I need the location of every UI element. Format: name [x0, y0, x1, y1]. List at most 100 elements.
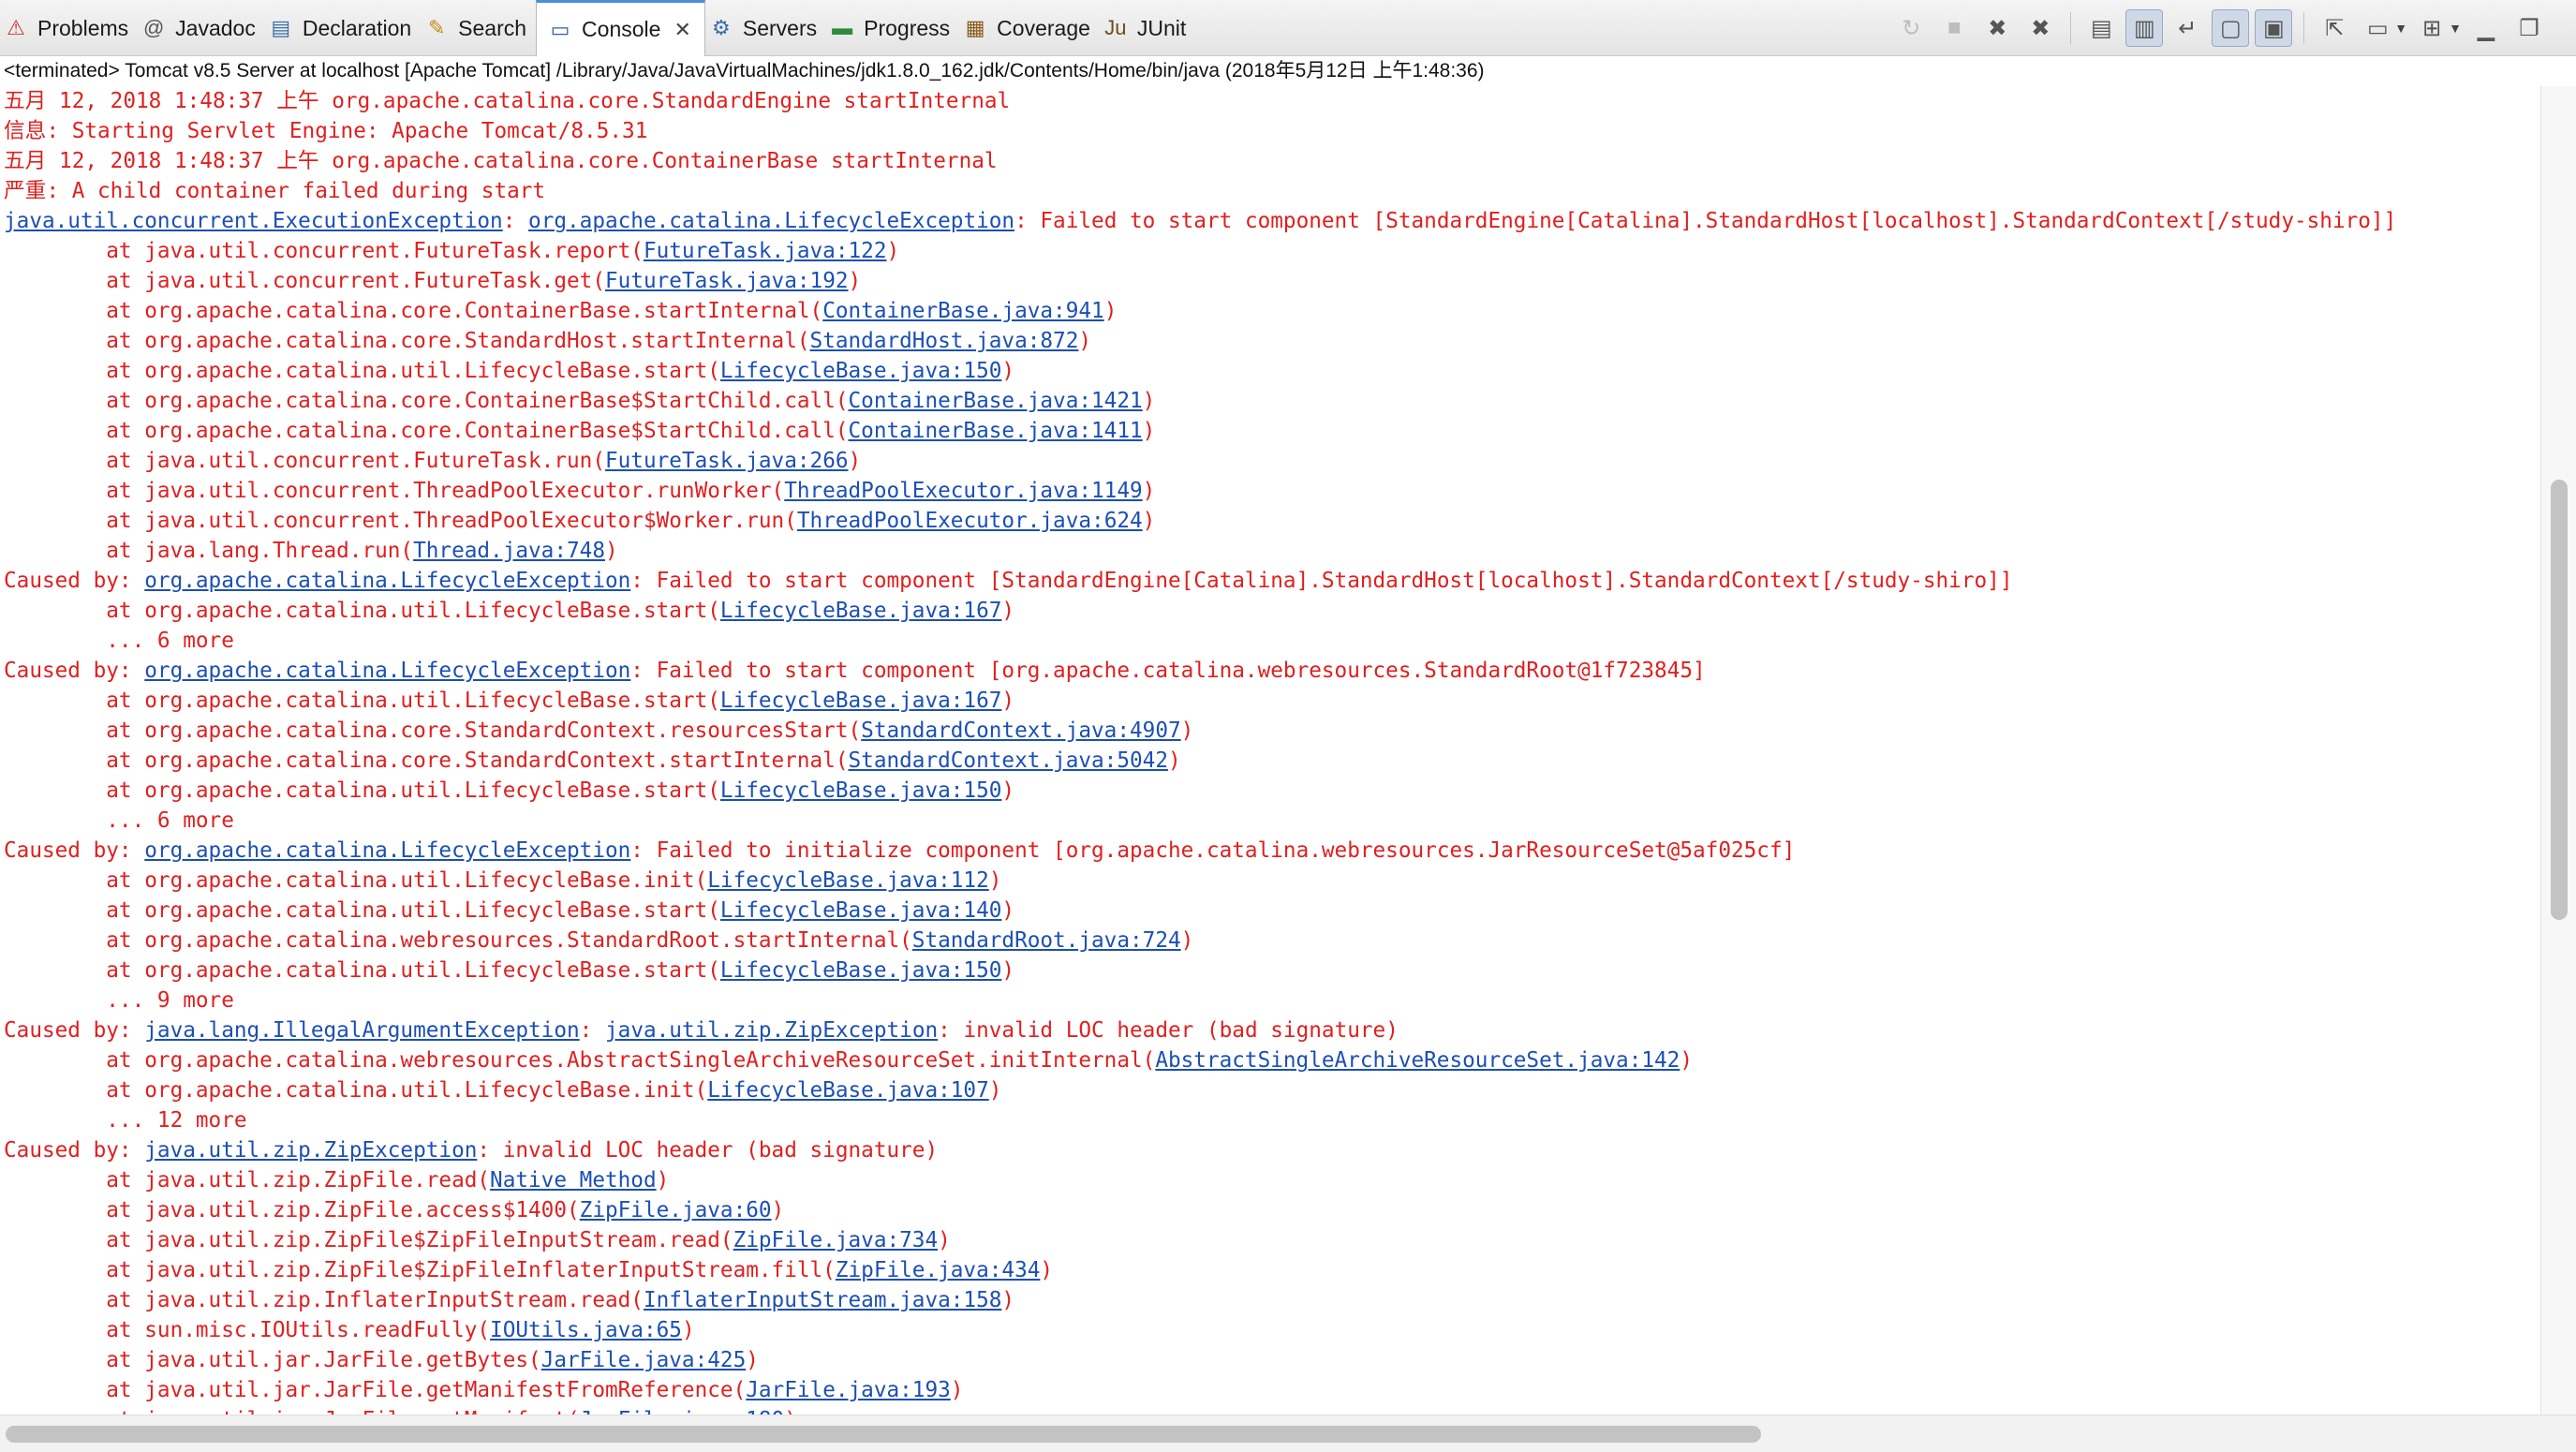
console-text: ... 6 more: [4, 629, 234, 653]
tab-problems[interactable]: ⚠ Problems: [0, 0, 138, 56]
stack-trace-link[interactable]: ThreadPoolExecutor.java:1149: [784, 479, 1142, 503]
stack-trace-link[interactable]: org.apache.catalina.LifecycleException: [144, 569, 630, 593]
stack-trace-link[interactable]: ThreadPoolExecutor.java:624: [797, 509, 1143, 533]
console-line: at org.apache.catalina.webresources.Abst…: [0, 1045, 2540, 1075]
stack-trace-link[interactable]: org.apache.catalina.LifecycleException: [144, 838, 630, 863]
tab-servers[interactable]: ⚙ Servers: [705, 0, 826, 56]
console-text: at java.util.zip.ZipFile.read(: [4, 1168, 491, 1193]
console-text: at java.util.jar.JarFile.getManifest(: [4, 1408, 579, 1415]
stack-trace-link[interactable]: ZipFile.java:734: [733, 1228, 939, 1252]
vertical-scrollbar-thumb[interactable]: [2551, 480, 2568, 920]
tab-progress[interactable]: ▬ Progress: [826, 0, 959, 56]
console-line: at org.apache.catalina.core.ContainerBas…: [0, 296, 2540, 326]
console-text: ): [1001, 599, 1015, 623]
stack-trace-link[interactable]: ZipFile.java:434: [836, 1258, 1041, 1282]
console-text: ): [886, 239, 900, 263]
console-text: 五月 12, 2018 1:48:37 上午 org.apache.catali…: [4, 89, 1011, 113]
stack-trace-link[interactable]: Native Method: [490, 1168, 657, 1193]
word-wrap-icon[interactable]: ↵: [2169, 9, 2206, 47]
horizontal-scrollbar-thumb[interactable]: [6, 1426, 1761, 1443]
stack-trace-link[interactable]: FutureTask.java:122: [644, 239, 887, 263]
console-line: at org.apache.catalina.core.StandardHost…: [0, 326, 2540, 356]
console-output[interactable]: 五月 12, 2018 1:48:37 上午 org.apache.catali…: [0, 86, 2540, 1415]
stack-trace-link[interactable]: Thread.java:748: [413, 539, 605, 563]
console-text: : Failed to initialize component [org.ap…: [630, 838, 1796, 863]
display-console-icon[interactable]: ▭: [2359, 9, 2396, 47]
scroll-lock-icon[interactable]: ▥: [2125, 9, 2164, 47]
stack-trace-link[interactable]: ZipFile.java:60: [580, 1198, 772, 1222]
stack-trace-link[interactable]: JarFile.java:180: [580, 1408, 785, 1415]
console-line: at java.util.concurrent.FutureTask.get(F…: [0, 266, 2540, 296]
stack-trace-link[interactable]: StandardHost.java:872: [810, 329, 1079, 353]
stack-trace-link[interactable]: JarFile.java:193: [746, 1378, 951, 1402]
restart-icon[interactable]: ↻: [1892, 9, 1930, 47]
problems-icon: ⚠: [7, 16, 25, 39]
stack-trace-link[interactable]: FutureTask.java:192: [605, 269, 849, 293]
vertical-scrollbar[interactable]: [2540, 86, 2576, 1415]
remove-all-terminated-icon[interactable]: ✖: [2021, 9, 2059, 47]
tab-coverage[interactable]: ▦ Coverage: [959, 0, 1100, 56]
console-line: Caused by: org.apache.catalina.Lifecycle…: [0, 566, 2540, 596]
show-on-stderr-icon[interactable]: ▣: [2255, 9, 2293, 47]
stack-trace-link[interactable]: java.util.zip.ZipException: [605, 1018, 938, 1043]
close-icon[interactable]: ✕: [674, 18, 690, 42]
tab-search[interactable]: ✎ Search: [421, 0, 536, 56]
console-text: 五月 12, 2018 1:48:37 上午 org.apache.catali…: [4, 149, 998, 173]
console-text: ): [1040, 1258, 1054, 1282]
console-text: at org.apache.catalina.core.StandardCont…: [4, 719, 862, 743]
stack-trace-link[interactable]: LifecycleBase.java:150: [720, 359, 1002, 383]
stack-trace-link[interactable]: java.lang.IllegalArgumentException: [144, 1018, 579, 1043]
console-text: ... 9 more: [4, 988, 234, 1013]
stack-trace-link[interactable]: AbstractSingleArchiveResourceSet.java:14…: [1155, 1048, 1680, 1073]
stack-trace-link[interactable]: StandardContext.java:5042: [849, 748, 1168, 773]
stack-trace-link[interactable]: LifecycleBase.java:112: [707, 868, 989, 893]
show-on-stdout-icon[interactable]: ▢: [2212, 9, 2250, 47]
console-text: ): [681, 1318, 695, 1342]
stack-trace-link[interactable]: StandardContext.java:4907: [861, 719, 1180, 743]
clear-console-icon[interactable]: ▤: [2082, 9, 2120, 47]
stack-trace-link[interactable]: java.util.zip.ZipException: [144, 1138, 477, 1163]
console-text: at org.apache.catalina.util.LifecycleBas…: [4, 958, 720, 983]
console-text: ): [1001, 1288, 1015, 1312]
console-text: ): [1142, 479, 1156, 503]
console-line: ... 6 more: [0, 806, 2540, 836]
stack-trace-link[interactable]: ContainerBase.java:941: [822, 299, 1104, 323]
stack-trace-link[interactable]: IOUtils.java:65: [490, 1318, 682, 1342]
maximize-icon[interactable]: ❐: [2510, 9, 2548, 47]
console-text: ): [848, 449, 862, 473]
tab-console[interactable]: ▭ Console ✕: [536, 0, 705, 56]
tab-label: Servers: [742, 15, 818, 40]
console-text: ): [784, 1408, 797, 1415]
chevron-down-icon[interactable]: ▼: [2449, 21, 2462, 36]
horizontal-scrollbar[interactable]: [0, 1415, 2576, 1452]
stack-trace-link[interactable]: ContainerBase.java:1421: [849, 389, 1143, 413]
stack-trace-link[interactable]: java.util.concurrent.ExecutionException: [4, 209, 503, 233]
stack-trace-link[interactable]: org.apache.catalina.LifecycleException: [144, 659, 630, 683]
stack-trace-link[interactable]: LifecycleBase.java:167: [720, 599, 1002, 623]
open-console-icon[interactable]: ⊞: [2413, 9, 2450, 47]
tab-declaration[interactable]: ▤ Declaration: [265, 0, 421, 56]
chevron-down-icon[interactable]: ▼: [2394, 21, 2407, 36]
console-line: at org.apache.catalina.util.LifecycleBas…: [0, 866, 2540, 896]
stack-trace-link[interactable]: StandardRoot.java:724: [912, 928, 1181, 953]
console-text: at java.util.concurrent.FutureTask.get(: [4, 269, 605, 293]
stack-trace-link[interactable]: LifecycleBase.java:150: [720, 958, 1002, 983]
console-line: at org.apache.catalina.util.LifecycleBas…: [0, 356, 2540, 386]
stack-trace-link[interactable]: LifecycleBase.java:107: [707, 1078, 989, 1103]
console-text: :: [502, 209, 529, 233]
stack-trace-link[interactable]: LifecycleBase.java:140: [720, 898, 1002, 923]
stack-trace-link[interactable]: org.apache.catalina.LifecycleException: [528, 209, 1014, 233]
stack-trace-link[interactable]: LifecycleBase.java:167: [720, 689, 1002, 713]
stack-trace-link[interactable]: FutureTask.java:266: [605, 449, 849, 473]
stop-icon[interactable]: ■: [1935, 9, 1973, 47]
pin-console-icon[interactable]: ⇱: [2316, 9, 2353, 47]
stack-trace-link[interactable]: ContainerBase.java:1411: [849, 419, 1143, 443]
stack-trace-link[interactable]: InflaterInputStream.java:158: [644, 1288, 1001, 1312]
tab-javadoc[interactable]: @ Javadoc: [138, 0, 265, 56]
stack-trace-link[interactable]: LifecycleBase.java:150: [720, 778, 1002, 803]
stack-trace-link[interactable]: JarFile.java:425: [541, 1348, 747, 1372]
console-line: java.util.concurrent.ExecutionException:…: [0, 206, 2540, 236]
minimize-icon[interactable]: ▁: [2467, 9, 2505, 47]
remove-launch-icon[interactable]: ✖: [1978, 9, 2016, 47]
tab-junit[interactable]: Ju JUnit: [1100, 0, 1195, 56]
